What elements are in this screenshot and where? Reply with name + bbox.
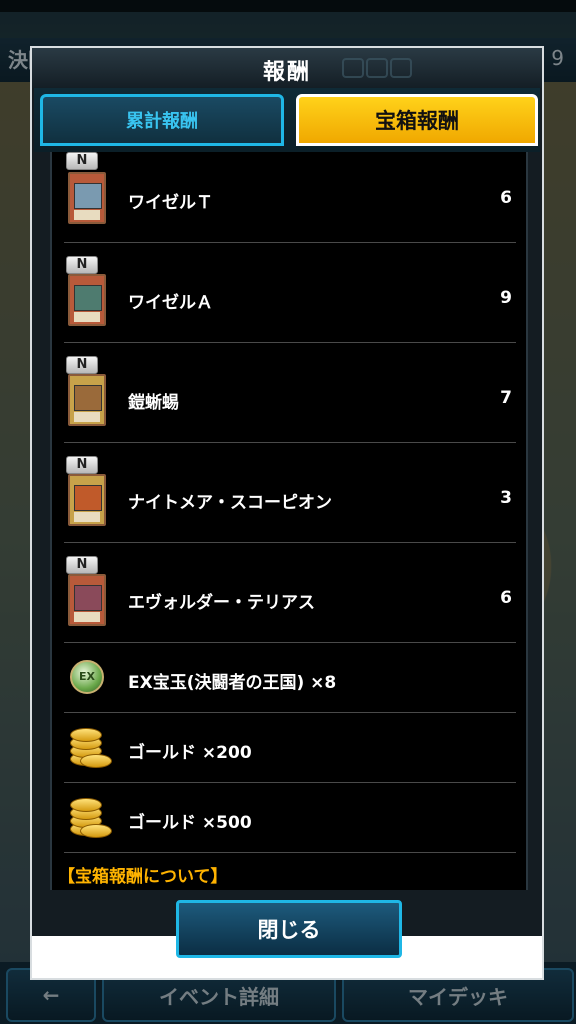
reward-name: 鎧蜥蜴 bbox=[128, 393, 179, 413]
reward-name: ワイゼルＴ bbox=[128, 193, 213, 213]
hex-decoration-icon bbox=[342, 58, 364, 78]
reward-row: N エヴォルダー・テリアス 6 bbox=[64, 542, 516, 643]
tab-treasure-rewards[interactable]: 宝箱報酬 bbox=[296, 94, 538, 146]
card-icon bbox=[68, 274, 106, 326]
rewards-dialog: 報酬 累計報酬 宝箱報酬 N ワイゼルＴ 6 N ワイゼルＡ 9 N 鎧蜥蜴 7… bbox=[30, 46, 544, 980]
reward-count: 7 bbox=[500, 388, 512, 408]
gold-coins-icon bbox=[66, 724, 112, 768]
card-icon bbox=[68, 474, 106, 526]
hex-decoration-icon bbox=[390, 58, 412, 78]
reward-list[interactable]: N ワイゼルＴ 6 N ワイゼルＡ 9 N 鎧蜥蜴 7 N ナイトメア・スコーピ… bbox=[50, 152, 528, 890]
close-button[interactable]: 閉じる bbox=[176, 900, 402, 958]
reward-count: 9 bbox=[500, 288, 512, 308]
rarity-n-icon: N bbox=[66, 556, 98, 574]
rarity-n-icon: N bbox=[66, 152, 98, 170]
reward-count: 6 bbox=[500, 588, 512, 608]
about-treasure-rewards-heading: 【宝箱報酬について】 bbox=[58, 867, 228, 887]
hex-decoration-icon bbox=[366, 58, 388, 78]
tab-bar: 累計報酬 宝箱報酬 bbox=[34, 88, 540, 152]
reward-count: 6 bbox=[500, 188, 512, 208]
reward-count: 3 bbox=[500, 488, 512, 508]
gold-coins-icon bbox=[66, 794, 112, 838]
reward-row: ゴールド ×500 bbox=[64, 782, 516, 853]
reward-row: EX EX宝玉(決闘者の王国) ×8 bbox=[64, 642, 516, 713]
reward-row: N ナイトメア・スコーピオン 3 bbox=[64, 442, 516, 543]
tab-cumulative-rewards-label: 累計報酬 bbox=[126, 111, 198, 132]
reward-name: ワイゼルＡ bbox=[128, 293, 213, 313]
reward-name: ナイトメア・スコーピオン bbox=[128, 493, 332, 513]
close-button-label: 閉じる bbox=[257, 918, 321, 942]
rarity-n-icon: N bbox=[66, 256, 98, 274]
reward-row: N 鎧蜥蜴 7 bbox=[64, 342, 516, 443]
rarity-n-icon: N bbox=[66, 456, 98, 474]
dialog-header: 報酬 bbox=[32, 48, 542, 88]
tab-cumulative-rewards[interactable]: 累計報酬 bbox=[40, 94, 284, 146]
card-icon bbox=[68, 574, 106, 626]
ex-gem-icon: EX bbox=[70, 660, 104, 694]
reward-name: ゴールド ×200 bbox=[128, 743, 252, 763]
reward-row: N ワイゼルＡ 9 bbox=[64, 242, 516, 343]
reward-name: ゴールド ×500 bbox=[128, 813, 252, 833]
rarity-n-icon: N bbox=[66, 356, 98, 374]
reward-row: N ワイゼルＴ 6 bbox=[64, 152, 516, 243]
reward-name: エヴォルダー・テリアス bbox=[128, 593, 315, 613]
card-icon bbox=[68, 374, 106, 426]
card-icon bbox=[68, 172, 106, 224]
reward-name: EX宝玉(決闘者の王国) ×8 bbox=[128, 673, 337, 693]
tab-treasure-rewards-label: 宝箱報酬 bbox=[375, 109, 459, 133]
dialog-title: 報酬 bbox=[262, 60, 311, 85]
reward-row: ゴールド ×200 bbox=[64, 712, 516, 783]
